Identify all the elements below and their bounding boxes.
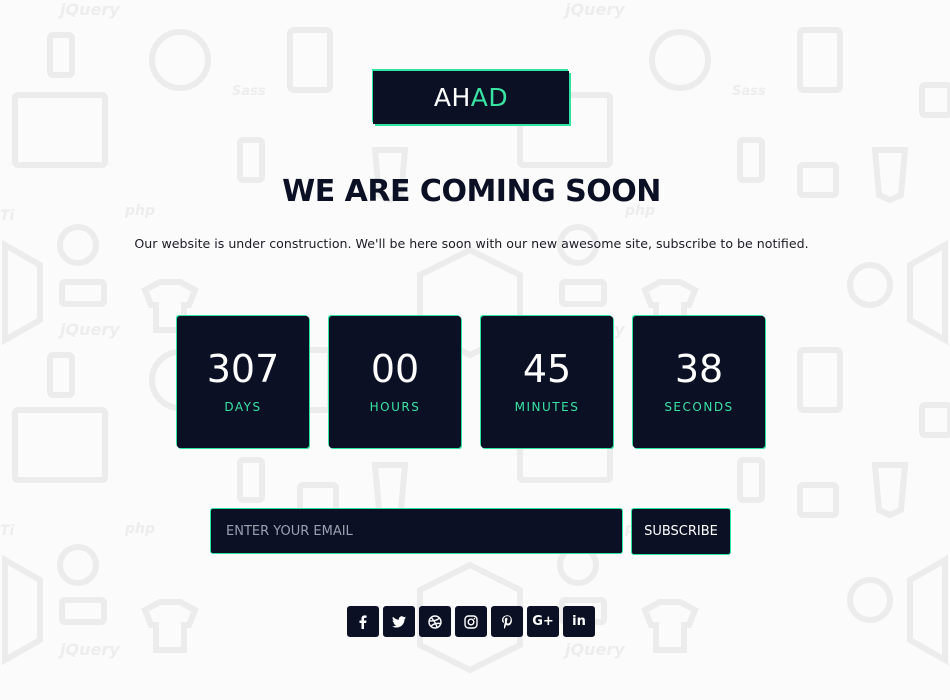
dribbble-icon	[428, 614, 442, 629]
countdown-hours-label: HOURS	[369, 400, 421, 414]
facebook-icon	[359, 614, 367, 629]
countdown-seconds: 38 SECONDS	[633, 316, 765, 448]
linkedin-button[interactable]: in	[563, 606, 595, 637]
logo-text-main: AH	[433, 83, 471, 112]
google-plus-button[interactable]: G+	[527, 606, 559, 637]
svg-text:php: php	[124, 521, 155, 537]
instagram-button[interactable]	[455, 606, 487, 637]
twitter-icon	[392, 615, 406, 628]
linkedin-icon: in	[572, 614, 586, 629]
svg-text:jQuery: jQuery	[57, 320, 120, 339]
svg-text:jQuery: jQuery	[562, 640, 625, 659]
svg-text:jQuery: jQuery	[57, 0, 120, 19]
svg-text:Sass: Sass	[232, 84, 266, 99]
dribbble-button[interactable]	[419, 606, 451, 637]
subscribe-button[interactable]: SUBSCRIBE	[631, 508, 731, 555]
svg-text:jQuery: jQuery	[562, 0, 625, 19]
google-plus-icon: G+	[532, 614, 554, 629]
countdown-minutes-label: MINUTES	[514, 400, 580, 414]
social-links: G+ in	[347, 606, 595, 637]
subscribe-form: SUBSCRIBE	[210, 508, 731, 555]
countdown-days-value: 307	[206, 347, 280, 391]
countdown-seconds-label: SECONDS	[664, 400, 734, 414]
facebook-button[interactable]	[347, 606, 379, 637]
countdown-timer: 307 DAYS 00 HOURS 45 MINUTES 38 SECONDS	[177, 316, 765, 448]
svg-text:Ti: Ti	[0, 208, 15, 224]
svg-text:Ti: Ti	[0, 523, 15, 539]
countdown-hours: 00 HOURS	[329, 316, 461, 448]
twitter-button[interactable]	[383, 606, 415, 637]
countdown-minutes: 45 MINUTES	[481, 316, 613, 448]
countdown-seconds-value: 38	[674, 347, 724, 391]
email-input[interactable]	[210, 508, 623, 554]
logo-text-accent: AD	[470, 83, 509, 112]
page-subtitle: Our website is under construction. We'll…	[134, 236, 809, 251]
svg-text:Sass: Sass	[732, 84, 766, 99]
countdown-hours-value: 00	[370, 347, 420, 391]
svg-text:jQuery: jQuery	[57, 640, 120, 659]
pinterest-icon	[502, 614, 512, 629]
countdown-days: 307 DAYS	[177, 316, 309, 448]
site-logo: AHAD	[373, 71, 569, 124]
page-title: WE ARE COMING SOON	[282, 174, 661, 209]
pinterest-button[interactable]	[491, 606, 523, 637]
countdown-days-label: DAYS	[224, 400, 262, 414]
countdown-minutes-value: 45	[522, 347, 572, 391]
coming-soon-page: jQuery jQuery jQuery jQuery jQuery jQuer…	[0, 0, 950, 700]
instagram-icon	[464, 614, 478, 629]
